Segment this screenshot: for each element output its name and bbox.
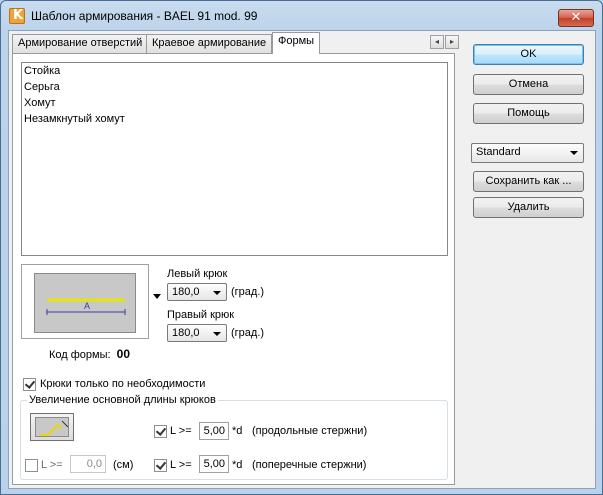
template-select[interactable]: Standard (471, 143, 584, 163)
right-hook-label: Правый крюк (167, 309, 235, 321)
preview-dropdown-arrow-icon[interactable] (153, 294, 161, 299)
straight-bar-icon: A (46, 298, 126, 315)
list-item[interactable]: Хомут (22, 95, 447, 111)
length-limit-input[interactable]: 0,0 (70, 455, 106, 473)
app-logo-icon: K (9, 8, 25, 24)
tab-scroll-right-icon[interactable]: ▸ (445, 35, 459, 49)
window-title: Шаблон армирования - BAEL 91 mod. 99 (31, 9, 258, 23)
transverse-checkbox[interactable] (154, 459, 167, 472)
transverse-note: (поперечные стержни) (252, 459, 367, 471)
list-item[interactable]: Незамкнутый хомут (22, 111, 447, 127)
shape-preview-canvas: A (34, 273, 136, 333)
delete-button[interactable]: Удалить (473, 197, 584, 218)
form-code-value: 00 (116, 347, 130, 361)
save-as-button[interactable]: Сохранить как ... (473, 171, 584, 192)
longitudinal-unit: *d (232, 425, 243, 437)
dialog-window: K Шаблон армирования - BAEL 91 mod. 99 ✕… (0, 0, 603, 495)
chevron-down-icon (570, 151, 578, 155)
right-hook-select[interactable]: 180,0 (167, 324, 227, 342)
hooks-only-needed-checkbox[interactable] (23, 378, 36, 391)
hooks-only-needed-label: Крюки только по необходимости (40, 378, 206, 390)
hook-extension-title: Увеличение основной длины крюков (27, 394, 218, 406)
cancel-button[interactable]: Отмена (473, 74, 584, 95)
longitudinal-checkbox[interactable] (154, 425, 167, 438)
transverse-length-input[interactable]: 5,00 (199, 455, 229, 473)
ok-button[interactable]: OK (473, 44, 584, 65)
transverse-label: L >= (170, 459, 192, 471)
close-button[interactable]: ✕ (558, 9, 594, 27)
tab-shapes[interactable]: Формы (272, 32, 321, 54)
tab-hole-reinforcement[interactable]: Армирование отверстий (12, 34, 149, 53)
tab-edge-reinforcement[interactable]: Краевое армирование (146, 34, 273, 53)
dimension-label: A (84, 301, 90, 311)
form-code-label: Код формы: 00 (49, 347, 130, 361)
length-limit-checkbox[interactable] (25, 459, 38, 472)
right-hook-unit: (град.) (231, 327, 265, 339)
transverse-unit: *d (232, 459, 243, 471)
dialog-client-area: Армирование отверстий Краевое армировани… (8, 30, 596, 489)
longitudinal-length-input[interactable]: 5,00 (199, 422, 229, 440)
length-limit-unit: (см) (113, 459, 134, 471)
hook-shape-button[interactable] (30, 413, 74, 441)
chevron-down-icon (213, 291, 221, 295)
left-hook-select[interactable]: 180,0 (167, 283, 227, 301)
left-hook-unit: (град.) (231, 286, 265, 298)
longitudinal-note: (продольные стержни) (252, 425, 368, 437)
help-button[interactable]: Помощь (473, 103, 584, 124)
left-hook-label: Левый крюк (167, 268, 228, 280)
shapes-list[interactable]: Стойка Серьга Хомут Незамкнутый хомут (21, 62, 448, 256)
length-limit-label: L >= (41, 459, 63, 471)
list-item[interactable]: Серьга (22, 79, 447, 95)
tab-scroll-left-icon[interactable]: ◂ (430, 35, 444, 49)
list-item[interactable]: Стойка (22, 63, 447, 79)
title-bar[interactable]: K Шаблон армирования - BAEL 91 mod. 99 ✕ (1, 1, 602, 31)
chevron-down-icon (213, 332, 221, 336)
shape-preview[interactable]: A (21, 264, 149, 339)
longitudinal-label: L >= (170, 425, 192, 437)
hook-shape-icon (35, 417, 69, 437)
shapes-tab-panel: Стойка Серьга Хомут Незамкнутый хомут A (12, 53, 455, 485)
